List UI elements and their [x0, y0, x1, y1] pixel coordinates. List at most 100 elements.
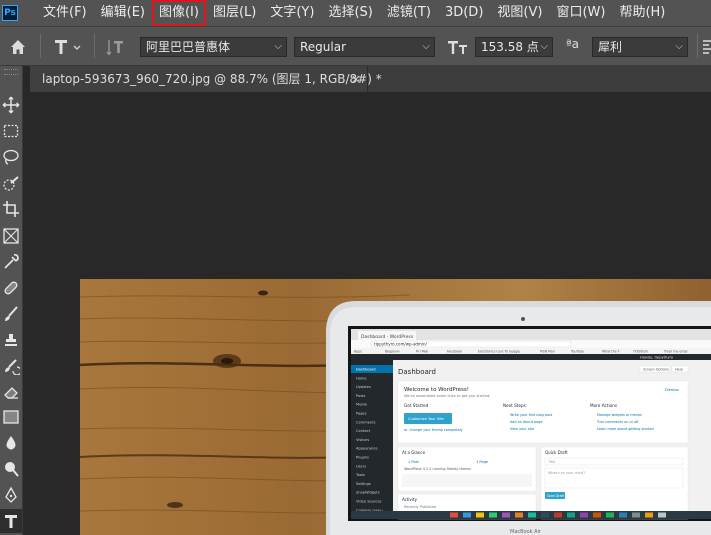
- screen-sidebar-item: Contact: [356, 429, 371, 433]
- frame-tool-icon[interactable]: [0, 224, 22, 248]
- screen-sidebar-item: Tools: [355, 473, 365, 477]
- taskbar-app-icon: [554, 512, 562, 518]
- healing-brush-tool-icon[interactable]: [0, 276, 22, 300]
- menu-type[interactable]: 文字(Y): [263, 0, 321, 26]
- more-action-item: Learn more about getting started: [597, 427, 654, 431]
- options-bar: 阿里巴巴普惠体 ⌵ Regular ⌵ 153.58 点 ⌵ ªa 犀利 ⌵: [0, 26, 711, 66]
- next-step-item: Write your first blog post: [510, 413, 553, 417]
- taskbar-app-icon: [541, 512, 549, 518]
- bookmark-item: What the F: [602, 350, 620, 354]
- clone-stamp-tool-icon[interactable]: [0, 328, 22, 352]
- separator: [40, 34, 41, 58]
- glance-title: At a Glance: [402, 450, 426, 455]
- menu-view[interactable]: 视图(V): [490, 0, 549, 26]
- gradient-tool-icon[interactable]: [0, 405, 22, 429]
- draft-title-placeholder: Title: [547, 460, 555, 464]
- text-orientation-icon[interactable]: [104, 36, 126, 58]
- canvas-image[interactable]: Dashboard · WordPress tippythyro.com/wp-…: [80, 279, 711, 535]
- type-tool-preset-icon[interactable]: [52, 36, 86, 58]
- welcome-sub: We've assembled some links to get you st…: [404, 394, 491, 398]
- font-style-select[interactable]: Regular ⌵: [294, 37, 435, 57]
- blur-tool-icon[interactable]: [0, 431, 22, 455]
- menu-layer[interactable]: 图层(L): [206, 0, 263, 26]
- document-tab[interactable]: laptop-593673_960_720.jpg @ 88.7% (图层 1,…: [30, 66, 382, 92]
- glance-text: WordPress 4.2.2 running Twenty theme.: [404, 467, 472, 471]
- bookmark-item: YouTube: [571, 350, 584, 354]
- toolbar-grip[interactable]: [4, 69, 18, 75]
- menu-bar: Ps 文件(F) 编辑(E) 图像(I) 图层(L) 文字(Y) 选择(S) 滤镜(T) 3D…: [0, 0, 711, 26]
- menu-filter[interactable]: 滤镜(T): [380, 0, 438, 26]
- eraser-tool-icon[interactable]: [0, 380, 22, 404]
- welcome-title: Welcome to WordPress!: [404, 387, 469, 393]
- quick-select-tool-icon[interactable]: [0, 172, 22, 196]
- change-theme-link: or, change your theme completely: [404, 428, 463, 432]
- bookmark-item: TODOism: [632, 350, 648, 354]
- taskbar-app-icon: [463, 512, 471, 518]
- menu-3d[interactable]: 3D(D): [438, 0, 490, 26]
- bookmark-item: M I Mail: [416, 350, 428, 354]
- separator: [697, 34, 698, 58]
- text-align-left-icon[interactable]: [703, 39, 711, 55]
- more-action-item: Manage widgets or menus: [597, 413, 642, 417]
- menu-file[interactable]: 文件(F): [36, 0, 94, 26]
- chevron-down-icon: ⌵: [422, 41, 430, 52]
- quick-draft-title: Quick Draft: [545, 450, 568, 455]
- menu-edit[interactable]: 编辑(E): [94, 0, 152, 26]
- menu-select[interactable]: 选择(S): [321, 0, 379, 26]
- font-size-icon: [446, 36, 470, 58]
- get-started-title: Get Started: [404, 403, 429, 408]
- screen-sidebar-item: Posts: [356, 394, 366, 398]
- taskbar-app-icon: [476, 512, 484, 518]
- menu-help[interactable]: 帮助(H): [612, 0, 672, 26]
- move-tool-icon[interactable]: [0, 93, 22, 117]
- history-brush-tool-icon[interactable]: [0, 354, 22, 378]
- home-icon[interactable]: [8, 37, 28, 57]
- activity-title: Activity: [402, 497, 418, 502]
- anti-alias-icon: ªa: [566, 37, 580, 51]
- anti-alias-select[interactable]: 犀利 ⌵: [592, 37, 688, 57]
- screen-sidebar-item: SnapWidgets: [356, 491, 380, 495]
- crop-tool-icon[interactable]: [0, 197, 22, 221]
- font-family-value: 阿里巴巴普惠体: [146, 40, 231, 54]
- screen-sidebar-item: Appearance: [356, 447, 378, 451]
- tools-panel: [0, 66, 23, 535]
- menu-items: 文件(F) 编辑(E) 图像(I) 图层(L) 文字(Y) 选择(S) 滤镜(T) 3D(D)…: [36, 0, 672, 26]
- font-family-select[interactable]: 阿里巴巴普惠体 ⌵: [140, 37, 287, 57]
- taskbar-app-icon: [502, 512, 510, 518]
- screen-sidebar-item: Home: [356, 376, 367, 380]
- pen-tool-icon[interactable]: [0, 483, 22, 507]
- bookmark-item: Electronics Cars Yu: [478, 350, 508, 354]
- photoshop-logo[interactable]: Ps: [2, 5, 18, 21]
- document-title: laptop-593673_960_720.jpg @ 88.7% (图层 1,…: [42, 72, 382, 86]
- type-tool-icon[interactable]: [0, 509, 22, 533]
- dodge-tool-icon[interactable]: [0, 457, 22, 481]
- brush-tool-icon[interactable]: [0, 302, 22, 326]
- help-text: Help: [675, 368, 683, 372]
- screen-options-text: Screen Options: [643, 368, 669, 372]
- bookmark-item: Apps: [354, 350, 362, 354]
- next-steps-title: Next Steps: [503, 403, 526, 408]
- screen-sidebar-item: Video Sources: [356, 500, 382, 504]
- lasso-tool-icon[interactable]: [0, 145, 22, 169]
- taskbar-app-icon: [580, 512, 588, 518]
- screen-sidebar-item: Pages: [356, 412, 367, 416]
- menu-image[interactable]: 图像(I): [151, 0, 206, 26]
- taskbar-app-icon: [593, 512, 601, 518]
- taskbar-app-icon: [619, 512, 627, 518]
- font-size-select[interactable]: 153.58 点 ⌵: [475, 37, 553, 57]
- document-tab-bar: laptop-593673_960_720.jpg @ 88.7% (图层 1,…: [30, 66, 711, 92]
- close-icon[interactable]: ×: [351, 66, 361, 92]
- menu-window[interactable]: 窗口(W): [549, 0, 612, 26]
- chevron-down-icon: ⌵: [274, 41, 282, 52]
- screen-sidebar-item: Plugins: [356, 456, 369, 460]
- marquee-tool-icon[interactable]: [0, 119, 22, 143]
- taskbar-app-icon: [645, 512, 653, 518]
- screen-sidebar-item: Users: [356, 464, 366, 468]
- customize-button: Customize Your Site: [408, 417, 445, 421]
- taskbar-app-icon: [489, 512, 497, 518]
- screen-sidebar-item: Settings: [356, 482, 371, 486]
- screen-sidebar-item: Dashboard: [356, 368, 376, 372]
- screen-sidebar-item: Media: [356, 403, 367, 407]
- taskbar-app-icon: [528, 512, 536, 518]
- eyedropper-tool-icon[interactable]: [0, 250, 22, 274]
